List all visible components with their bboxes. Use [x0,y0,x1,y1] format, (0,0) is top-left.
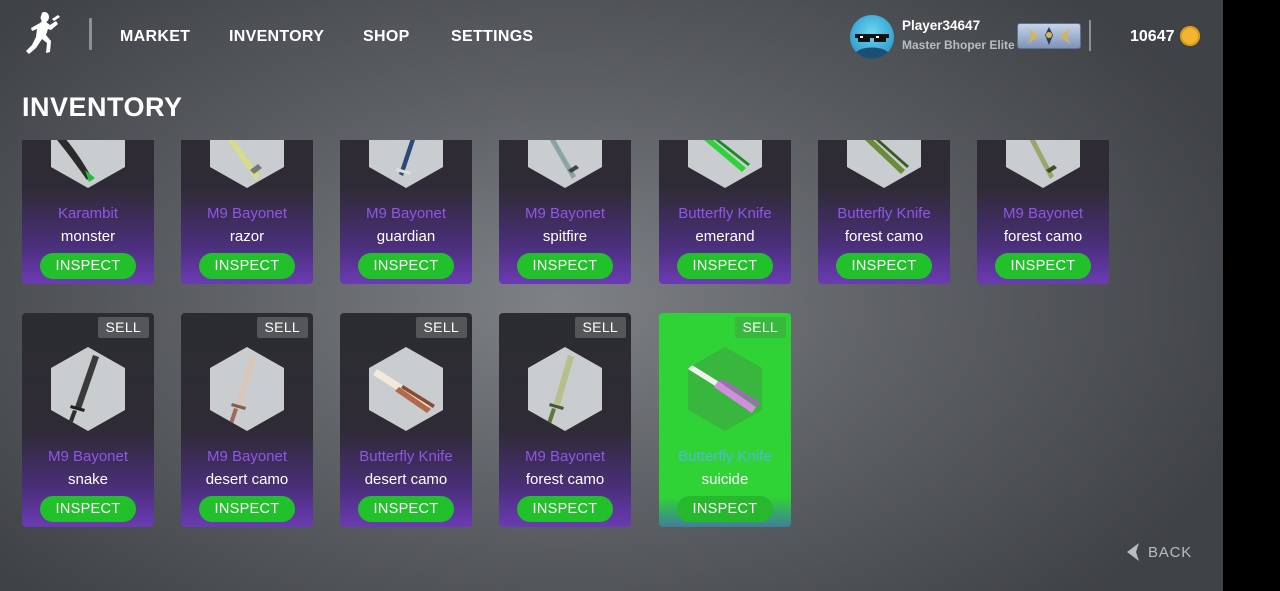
sell-button[interactable]: SELL [415,317,467,338]
item-skin-name: emerand [695,228,755,245]
inspect-button[interactable]: INSPECT [836,253,932,279]
header-divider [1089,20,1091,51]
item-weapon-name: Butterfly Knife [678,205,772,222]
inventory-item-card-selected[interactable]: SELL Butterfly Knife suicide INSPECT [659,313,791,527]
inspect-button[interactable]: INSPECT [199,496,295,522]
inventory-item-card[interactable]: SELL M9 Bayonet forest camo INSPECT [499,313,631,527]
screen-edge [1223,0,1280,591]
inspect-button[interactable]: INSPECT [40,496,136,522]
nav-inventory[interactable]: INVENTORY [229,28,324,46]
item-weapon-name: M9 Bayonet [524,448,606,465]
item-image [847,140,921,188]
avatar[interactable] [850,15,894,59]
player-rank-title: Master Bhoper Elite [902,38,1015,52]
nav-settings[interactable]: SETTINGS [451,28,533,46]
inventory-grid: Karambit monster INSPECT M9 Bayonet razo… [0,140,1223,540]
item-image [210,347,284,431]
rank-badge-icon [1017,23,1081,49]
inventory-item-card[interactable]: SELL M9 Bayonet desert camo INSPECT [181,313,313,527]
item-image [369,140,443,188]
item-image [528,140,602,188]
inspect-button[interactable]: INSPECT [517,496,613,522]
page-title: INVENTORY [22,92,183,122]
item-weapon-name: M9 Bayonet [524,205,606,222]
item-weapon-name: M9 Bayonet [47,448,129,465]
game-screen: MARKET INVENTORY SHOP SETTINGS Player346… [0,0,1223,591]
sell-button[interactable]: SELL [256,317,308,338]
item-weapon-name: Butterfly Knife [678,448,772,465]
inspect-button[interactable]: INSPECT [40,253,136,279]
item-skin-name: spitfire [542,228,588,245]
inventory-item-card[interactable]: M9 Bayonet razor INSPECT [181,140,313,284]
item-skin-name: suicide [701,471,749,488]
inventory-item-card[interactable]: Butterfly Knife forest camo INSPECT [818,140,950,284]
inspect-button[interactable]: INSPECT [677,496,773,522]
inventory-item-card[interactable]: SELL Butterfly Knife desert camo INSPECT [340,313,472,527]
inventory-item-card[interactable]: M9 Bayonet guardian INSPECT [340,140,472,284]
item-image [688,347,762,431]
item-skin-name: monster [60,228,116,245]
back-arrow-icon [1127,543,1139,561]
inspect-button[interactable]: INSPECT [358,253,454,279]
item-skin-name: snake [67,471,109,488]
inventory-item-card[interactable]: M9 Bayonet spitfire INSPECT [499,140,631,284]
inventory-item-card[interactable]: Butterfly Knife emerand INSPECT [659,140,791,284]
item-skin-name: forest camo [1003,228,1083,245]
inventory-item-card[interactable]: M9 Bayonet forest camo INSPECT [977,140,1109,284]
item-skin-name: guardian [376,228,436,245]
item-skin-name: desert camo [364,471,448,488]
inspect-button[interactable]: INSPECT [995,253,1091,279]
item-weapon-name: Butterfly Knife [837,205,931,222]
nav-divider [89,18,92,50]
coin-icon [1180,26,1200,46]
item-image [51,140,125,188]
inspect-button[interactable]: INSPECT [517,253,613,279]
inventory-item-card[interactable]: Karambit monster INSPECT [22,140,154,284]
inspect-button[interactable]: INSPECT [677,253,773,279]
item-skin-name: forest camo [844,228,924,245]
sell-button[interactable]: SELL [574,317,626,338]
sell-button[interactable]: SELL [97,317,149,338]
nav-shop[interactable]: SHOP [363,28,410,46]
back-label[interactable]: BACK [1148,544,1192,561]
item-image [688,140,762,188]
inspect-button[interactable]: INSPECT [199,253,295,279]
item-skin-name: desert camo [205,471,289,488]
item-weapon-name: Karambit [57,205,119,222]
item-weapon-name: M9 Bayonet [365,205,447,222]
item-weapon-name: M9 Bayonet [206,205,288,222]
item-weapon-name: M9 Bayonet [1002,205,1084,222]
item-image [210,140,284,188]
inventory-item-card[interactable]: SELL M9 Bayonet snake INSPECT [22,313,154,527]
item-skin-name: razor [229,228,265,245]
item-image [528,347,602,431]
sell-button[interactable]: SELL [734,317,786,338]
game-logo-icon[interactable] [22,10,66,58]
inspect-button[interactable]: INSPECT [358,496,454,522]
coin-balance: 10647 [1130,28,1175,45]
item-image [369,347,443,431]
item-skin-name: forest camo [525,471,605,488]
player-name: Player34647 [902,18,981,33]
item-weapon-name: Butterfly Knife [359,448,453,465]
nav-market[interactable]: MARKET [120,28,190,46]
item-image [1006,140,1080,188]
item-image [51,347,125,431]
item-weapon-name: M9 Bayonet [206,448,288,465]
